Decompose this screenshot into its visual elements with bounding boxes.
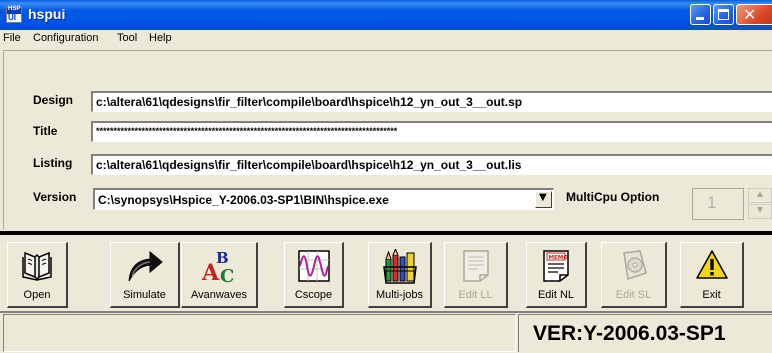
svg-text:A: A	[201, 260, 220, 285]
status-message	[3, 314, 516, 352]
listing-field[interactable]: c:\altera\61\qdesigns\fir_filter\compile…	[91, 154, 772, 175]
chevron-down-icon: ▼	[539, 192, 547, 203]
title-label: Title	[33, 124, 58, 138]
design-field[interactable]: c:\altera\61\qdesigns\fir_filter\compile…	[91, 91, 772, 112]
edit-sl-label: Edit SL	[615, 289, 652, 301]
status-divider	[0, 311, 772, 313]
title-bar[interactable]: HSP UI hspui ✕	[0, 0, 772, 30]
version-select-value: C:\synopsys\Hspice_Y-2006.03-SP1\BIN\hsp…	[98, 193, 389, 207]
disc-document-icon	[622, 250, 647, 280]
toolbar: Open Simulate B A C Avanwaves Cscope Mul…	[0, 235, 772, 311]
version-status: VER:Y-2006.03-SP1	[518, 314, 772, 352]
spin-down-icon[interactable]: ▼	[748, 204, 772, 219]
multi-jobs-label: Multi-jobs	[375, 289, 424, 301]
edit-sl-button[interactable]: Edit SL	[601, 242, 667, 308]
waveform-icon	[297, 250, 330, 282]
memo-icon: MEMO	[543, 250, 569, 282]
maximize-icon	[718, 9, 729, 20]
multicpu-spinner[interactable]: ▲ ▼	[748, 188, 772, 220]
edit-ll-button[interactable]: Edit LL	[444, 242, 508, 308]
edit-nl-button[interactable]: MEMO Edit NL	[526, 242, 587, 308]
edit-nl-label: Edit NL	[537, 289, 575, 301]
avanwaves-label: Avanwaves	[190, 289, 248, 301]
menu-file[interactable]: File	[3, 32, 21, 44]
close-button[interactable]: ✕	[736, 4, 772, 25]
hspui-app-icon[interactable]: HSP UI	[6, 6, 22, 23]
minimize-icon	[696, 17, 704, 20]
simulate-label: Simulate	[123, 289, 166, 301]
maximize-button[interactable]	[713, 4, 734, 25]
abc-letters-icon: B A C	[201, 249, 234, 285]
version-dropdown-button[interactable]: ▼	[535, 191, 552, 208]
open-button[interactable]: Open	[7, 242, 68, 308]
cscope-label: Cscope	[294, 289, 333, 301]
document-icon	[462, 250, 489, 282]
open-label: Open	[23, 289, 51, 301]
menu-configuration[interactable]: Configuration	[33, 32, 98, 44]
curved-arrow-icon	[128, 250, 163, 282]
edit-ll-label: Edit LL	[458, 289, 493, 301]
menu-bar: File Configuration Tool Help	[0, 30, 772, 49]
exit-button[interactable]: Exit	[680, 242, 744, 308]
open-book-icon	[22, 251, 52, 281]
svg-text:MEMO: MEMO	[549, 255, 569, 261]
svg-text:C: C	[220, 266, 234, 285]
spin-up-icon[interactable]: ▲	[748, 188, 772, 203]
version-select[interactable]: C:\synopsys\Hspice_Y-2006.03-SP1\BIN\hsp…	[93, 188, 554, 210]
multi-jobs-button[interactable]: Multi-jobs	[368, 242, 432, 308]
menu-help[interactable]: Help	[149, 32, 172, 44]
close-icon: ✕	[743, 5, 757, 24]
minimize-button[interactable]	[690, 4, 711, 25]
warning-icon	[695, 250, 728, 279]
avanwaves-button[interactable]: B A C Avanwaves	[181, 242, 258, 308]
design-label: Design	[33, 93, 74, 107]
simulate-button[interactable]: Simulate	[110, 242, 180, 308]
window-title: hspui	[28, 6, 66, 22]
exit-label: Exit	[702, 289, 721, 301]
multicpu-field[interactable]: 1	[692, 188, 744, 220]
version-label: Version	[33, 190, 77, 204]
cscope-button[interactable]: Cscope	[284, 242, 344, 308]
title-field[interactable]: ****************************************…	[91, 121, 772, 142]
listing-label: Listing	[33, 156, 73, 170]
multicpu-label: MultiCpu Option	[566, 190, 660, 204]
menu-tool[interactable]: Tool	[117, 32, 137, 44]
pencil-cup-icon	[382, 249, 417, 284]
